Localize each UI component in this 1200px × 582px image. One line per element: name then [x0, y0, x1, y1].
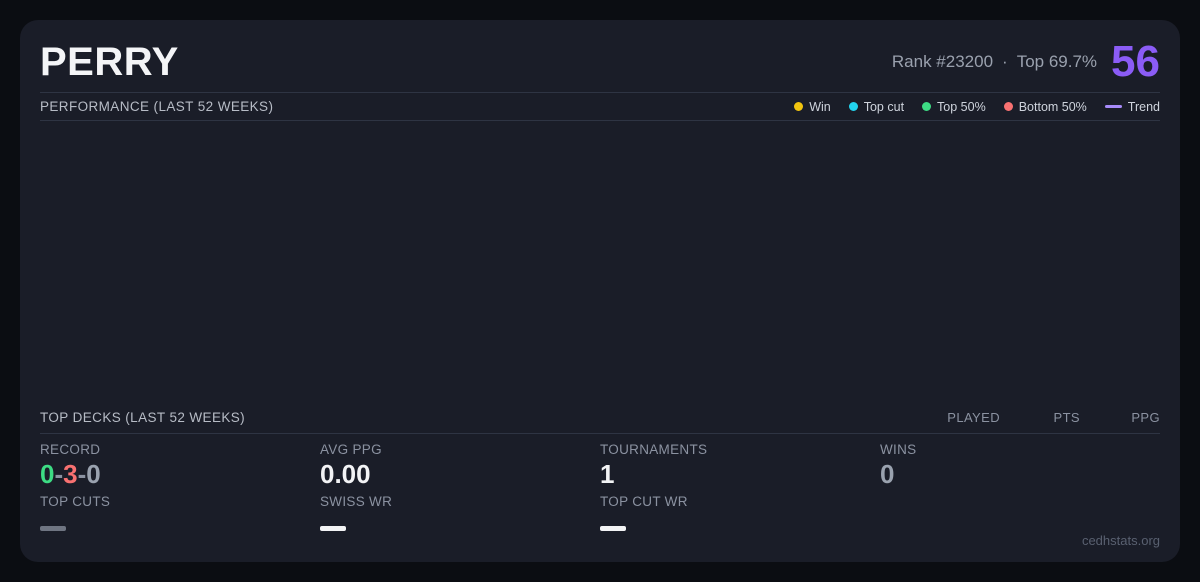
stats-grid: RECORD 0-3-0 TOP CUTS AVG PPG 0.00 SWISS…	[40, 442, 1160, 531]
trend-line-icon	[1105, 105, 1122, 108]
column-header-played: PLAYED	[905, 410, 1000, 425]
performance-title: PERFORMANCE (LAST 52 WEEKS)	[40, 99, 273, 114]
rank-separator-dot: ·	[1002, 52, 1008, 72]
top-cut-wr-empty-dash	[600, 526, 626, 531]
legend-label: Win	[809, 100, 831, 114]
wins-value: 0	[880, 460, 1160, 490]
legend-item-topcut: Top cut	[849, 100, 904, 114]
performance-chart-empty	[40, 121, 1160, 410]
swiss-wr-empty-dash	[320, 526, 346, 531]
stat-wins: WINS 0	[880, 442, 1160, 531]
top-decks-header-row: TOP DECKS (LAST 52 WEEKS) PLAYED PTS PPG	[40, 410, 1160, 434]
column-header-ppg: PPG	[1080, 410, 1160, 425]
site-watermark: cedhstats.org	[1082, 533, 1160, 548]
header-right: Rank #23200 · Top 69.7% 56	[892, 40, 1160, 84]
wins-dash-spacer	[880, 526, 906, 531]
record-losses: 3	[63, 459, 77, 489]
stat-label-top-cuts: TOP CUTS	[40, 494, 320, 509]
top-decks-title: TOP DECKS (LAST 52 WEEKS)	[40, 410, 245, 425]
record-wins: 0	[40, 459, 54, 489]
stat-sub-spacer	[880, 494, 1160, 509]
player-name: PERRY	[40, 42, 179, 82]
legend-label: Top 50%	[937, 100, 986, 114]
stat-avg-ppg: AVG PPG 0.00 SWISS WR	[320, 442, 600, 531]
top50-dot-icon	[922, 102, 931, 111]
topcut-dot-icon	[849, 102, 858, 111]
performance-header-row: PERFORMANCE (LAST 52 WEEKS) Win Top cut …	[40, 92, 1160, 121]
legend-item-win: Win	[794, 100, 831, 114]
stat-label-tournaments: TOURNAMENTS	[600, 442, 880, 457]
record-separator: -	[54, 459, 63, 489]
stat-label-top-cut-wr: TOP CUT WR	[600, 494, 880, 509]
card-header: PERRY Rank #23200 · Top 69.7% 56	[40, 40, 1160, 92]
card-footer: cedhstats.org	[40, 533, 1160, 548]
bottom50-dot-icon	[1004, 102, 1013, 111]
legend-item-bottom50: Bottom 50%	[1004, 100, 1087, 114]
legend-item-trend: Trend	[1105, 100, 1160, 114]
column-header-pts: PTS	[1000, 410, 1080, 425]
legend-label: Bottom 50%	[1019, 100, 1087, 114]
rank-text: Rank #23200	[892, 52, 993, 72]
stat-label-swiss-wr: SWISS WR	[320, 494, 600, 509]
legend-item-top50: Top 50%	[922, 100, 986, 114]
record-separator: -	[78, 459, 87, 489]
record-value: 0-3-0	[40, 460, 320, 490]
stat-label-avg-ppg: AVG PPG	[320, 442, 600, 457]
score-value: 56	[1111, 40, 1160, 84]
stat-label-record: RECORD	[40, 442, 320, 457]
top-percent-text: Top 69.7%	[1017, 52, 1097, 72]
stat-tournaments: TOURNAMENTS 1 TOP CUT WR	[600, 442, 880, 531]
win-dot-icon	[794, 102, 803, 111]
record-draws: 0	[86, 459, 100, 489]
rank-line: Rank #23200 · Top 69.7%	[892, 52, 1097, 72]
top-cuts-empty-dash	[40, 526, 66, 531]
top-decks-columns: PLAYED PTS PPG	[905, 410, 1160, 425]
legend-label: Top cut	[864, 100, 904, 114]
player-stats-card: PERRY Rank #23200 · Top 69.7% 56 PERFORM…	[20, 20, 1180, 562]
stat-record: RECORD 0-3-0 TOP CUTS	[40, 442, 320, 531]
chart-legend: Win Top cut Top 50% Bottom 50% Trend	[794, 100, 1160, 114]
avg-ppg-value: 0.00	[320, 460, 600, 490]
tournaments-value: 1	[600, 460, 880, 490]
stat-label-wins: WINS	[880, 442, 1160, 457]
legend-label: Trend	[1128, 100, 1160, 114]
